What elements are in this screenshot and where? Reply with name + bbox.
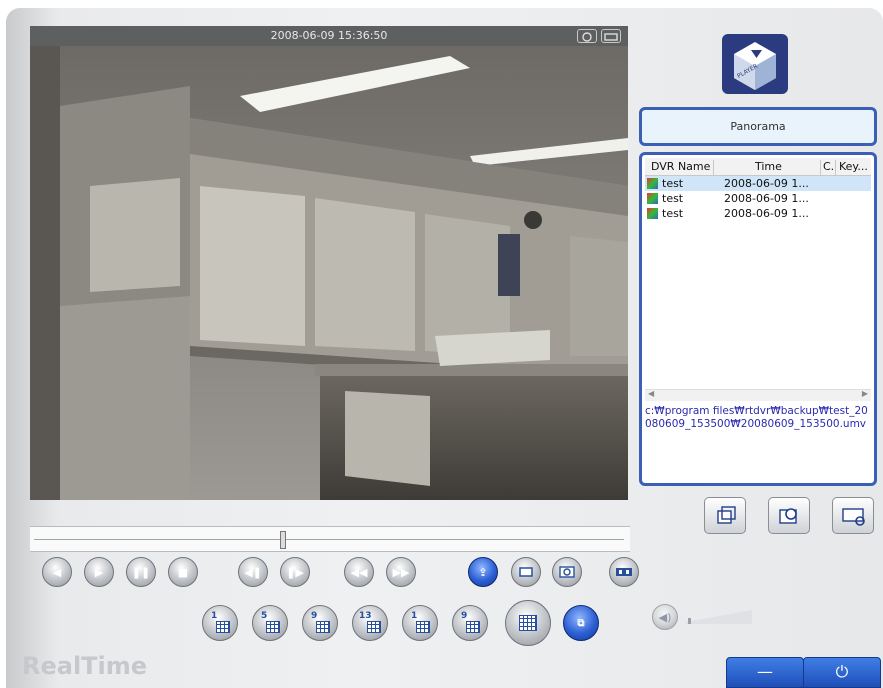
- video-view[interactable]: [30, 46, 628, 500]
- rewind-icon: ◀: [52, 565, 62, 579]
- layout-grid-icon: [519, 615, 537, 631]
- panorama-label: Panorama: [730, 120, 786, 133]
- pause-icon: ❚❚: [131, 565, 151, 579]
- panorama-button[interactable]: Panorama: [639, 107, 877, 146]
- list-item[interactable]: test 2008-06-09 1...: [645, 206, 871, 221]
- stop-button[interactable]: ■: [168, 557, 198, 587]
- video-header: 2008-06-09 15:36:50: [30, 26, 628, 46]
- speaker-icon: ◀): [658, 610, 672, 624]
- snapshot-icon[interactable]: [577, 29, 597, 43]
- layout-grid-icon: [216, 621, 230, 633]
- fast-icon: ▶▶: [392, 565, 410, 579]
- stop-icon: ■: [177, 565, 189, 579]
- volume-control[interactable]: ◀): [652, 604, 758, 630]
- speed-icon: [616, 568, 632, 576]
- print-icon: [519, 567, 533, 577]
- recording-icon: [647, 178, 658, 189]
- search-icon: [779, 508, 797, 524]
- layout-grid-icon: [367, 621, 381, 633]
- export-button[interactable]: ⇪: [468, 557, 498, 587]
- layout-1-button[interactable]: 1: [202, 605, 238, 641]
- search-button[interactable]: [768, 497, 810, 534]
- rewind-button[interactable]: ◀: [42, 557, 72, 587]
- video-timestamp: 2008-06-09 15:36:50: [270, 29, 388, 42]
- power-button[interactable]: ⏻: [803, 657, 881, 688]
- layout-grid-icon: [266, 621, 280, 633]
- print-icon[interactable]: [601, 29, 621, 43]
- layout-grid-icon: [316, 621, 330, 633]
- power-icon: ⏻: [835, 662, 849, 681]
- column-key[interactable]: Key...: [839, 160, 868, 173]
- minimize-icon: —: [757, 662, 773, 681]
- step-forward-button[interactable]: ❚▶: [280, 557, 310, 587]
- list-header: DVR Name Time C. Key...: [645, 158, 871, 177]
- player-logo: PLAYER: [722, 34, 788, 94]
- export-icon: ⇪: [478, 565, 488, 579]
- layout-13-button[interactable]: 13: [352, 605, 388, 641]
- list-item[interactable]: test 2008-06-09 1...: [645, 191, 871, 206]
- list-item[interactable]: test 2008-06-09 1...: [645, 176, 871, 191]
- layout-5-button[interactable]: 5: [252, 605, 288, 641]
- step-back-icon: ◀❚: [244, 565, 262, 579]
- speed-button[interactable]: [609, 557, 639, 587]
- file-path: c:₩program files₩rtdvr₩backup₩test_20080…: [645, 405, 868, 430]
- zoom-icon: [842, 508, 865, 526]
- print-button[interactable]: [511, 557, 541, 587]
- layout-grid-icon: [416, 621, 430, 633]
- folder-icon: [717, 506, 736, 524]
- zoom-button[interactable]: [832, 497, 874, 534]
- open-folder-button[interactable]: [704, 497, 746, 534]
- volume-bar[interactable]: [686, 606, 758, 628]
- snapshot-icon: [559, 566, 575, 578]
- layout-16-button[interactable]: [505, 600, 551, 646]
- recording-icon: [647, 193, 658, 204]
- scroll-left-icon[interactable]: ◀: [648, 389, 654, 398]
- column-time[interactable]: Time: [755, 160, 782, 173]
- snapshot-button[interactable]: [552, 557, 582, 587]
- recording-icon: [647, 208, 658, 219]
- layout-1-alt-button[interactable]: 1: [402, 605, 438, 641]
- slow-icon: ◀◀: [350, 565, 368, 579]
- scroll-right-icon[interactable]: ▶: [862, 389, 868, 398]
- pause-button[interactable]: ❚❚: [126, 557, 156, 587]
- timeline-slider[interactable]: [30, 526, 630, 552]
- slow-button[interactable]: ◀◀: [344, 557, 374, 587]
- recording-list: DVR Name Time C. Key... test 2008-06-09 …: [639, 152, 877, 486]
- step-back-button[interactable]: ◀❚: [238, 557, 268, 587]
- play-icon: ▶: [94, 565, 104, 579]
- fast-button[interactable]: ▶▶: [386, 557, 416, 587]
- layout-9-alt-button[interactable]: 9: [452, 605, 488, 641]
- sequence-button[interactable]: ⧉: [563, 605, 599, 641]
- speaker-button[interactable]: ◀): [652, 604, 678, 630]
- column-dvr-name[interactable]: DVR Name: [651, 160, 710, 173]
- step-forward-icon: ❚▶: [286, 565, 304, 579]
- timeline-thumb[interactable]: [280, 531, 286, 549]
- horizontal-scrollbar[interactable]: ◀ ▶: [645, 389, 871, 401]
- layout-9-button[interactable]: 9: [302, 605, 338, 641]
- column-channel[interactable]: C.: [823, 160, 834, 173]
- mode-label: RealTime: [22, 652, 148, 680]
- play-button[interactable]: ▶: [84, 557, 114, 587]
- video-frame-image: [30, 46, 628, 500]
- minimize-button[interactable]: —: [726, 657, 804, 688]
- sequence-icon: ⧉: [577, 617, 585, 629]
- layout-grid-icon: [466, 621, 480, 633]
